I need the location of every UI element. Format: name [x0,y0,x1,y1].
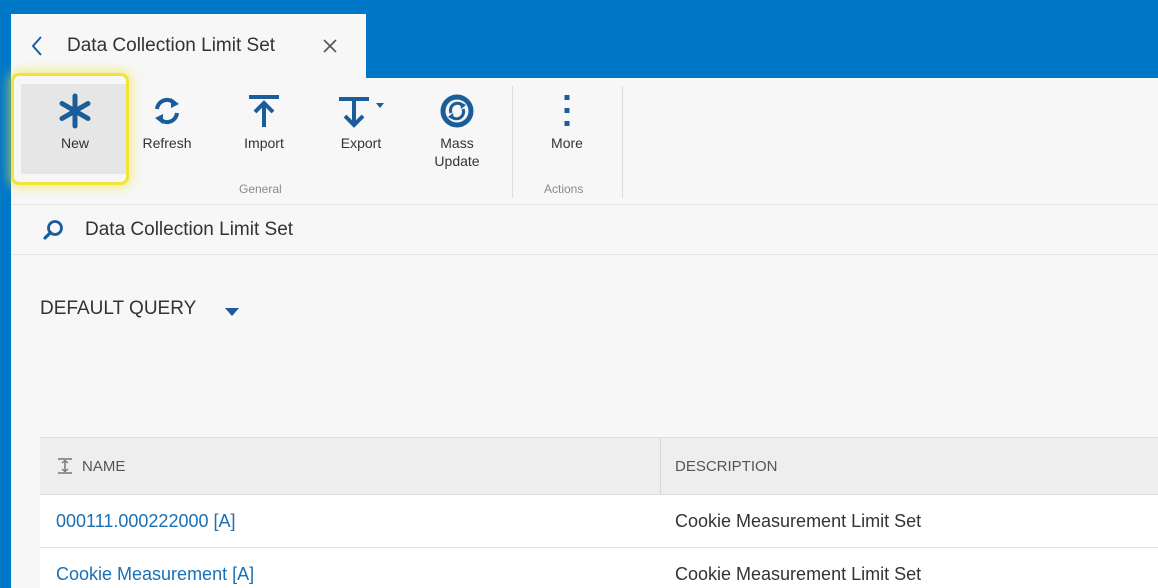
more-button[interactable]: More [519,84,615,176]
mass-update-icon [427,88,487,134]
highlight-frame [11,73,129,185]
query-label: DEFAULT QUERY [40,298,197,319]
close-icon[interactable] [315,31,345,61]
row-name-link[interactable]: 000111.000222000 [A] [40,495,661,547]
search-icon[interactable] [39,216,67,244]
query-selector[interactable]: DEFAULT QUERY [40,298,240,320]
ribbon-separator [512,86,513,198]
refresh-icon [137,88,197,134]
back-icon[interactable] [17,14,57,78]
refresh-button[interactable]: Refresh [119,84,215,176]
results-grid: NAME DESCRIPTION 000111.000222000 [A] Co… [40,437,1158,588]
search-bar[interactable]: Data Collection Limit Set [11,205,1158,255]
import-icon [234,88,294,134]
export-button[interactable]: Export [313,84,409,176]
column-header-name-label: NAME [82,457,126,475]
table-row[interactable]: 000111.000222000 [A] Cookie Measurement … [40,495,1158,548]
search-text: Data Collection Limit Set [85,218,294,240]
import-button[interactable]: Import [216,84,312,176]
mass-update-button-label: Mass Update [434,135,480,169]
refresh-button-label: Refresh [142,135,192,151]
export-button-label: Export [340,135,382,151]
column-header-name[interactable]: NAME [40,438,661,494]
group-label-actions: Actions [544,182,584,196]
column-header-description[interactable]: DESCRIPTION [661,438,778,494]
grid-header: NAME DESCRIPTION [40,437,1158,495]
row-height-icon[interactable] [56,457,74,475]
ribbon-separator [622,86,623,198]
import-button-label: Import [244,135,284,151]
ribbon-toolbar: New Refresh Import Export Mass Update Mo… [11,78,1158,205]
left-accent-bar [0,0,11,588]
group-label-general: General [239,182,282,196]
row-name-link[interactable]: Cookie Measurement [A] [40,548,661,588]
chevron-down-icon[interactable] [224,304,240,316]
page-tab[interactable]: Data Collection Limit Set [11,14,366,78]
more-vertical-icon [537,88,597,134]
more-button-label: More [551,135,583,151]
tab-title: Data Collection Limit Set [67,35,276,56]
mass-update-button[interactable]: Mass Update [409,84,505,176]
table-row[interactable]: Cookie Measurement [A] Cookie Measuremen… [40,548,1158,588]
export-icon [331,88,391,134]
row-description: Cookie Measurement Limit Set [675,563,922,584]
row-description: Cookie Measurement Limit Set [675,510,922,531]
column-header-description-label: DESCRIPTION [675,457,778,475]
